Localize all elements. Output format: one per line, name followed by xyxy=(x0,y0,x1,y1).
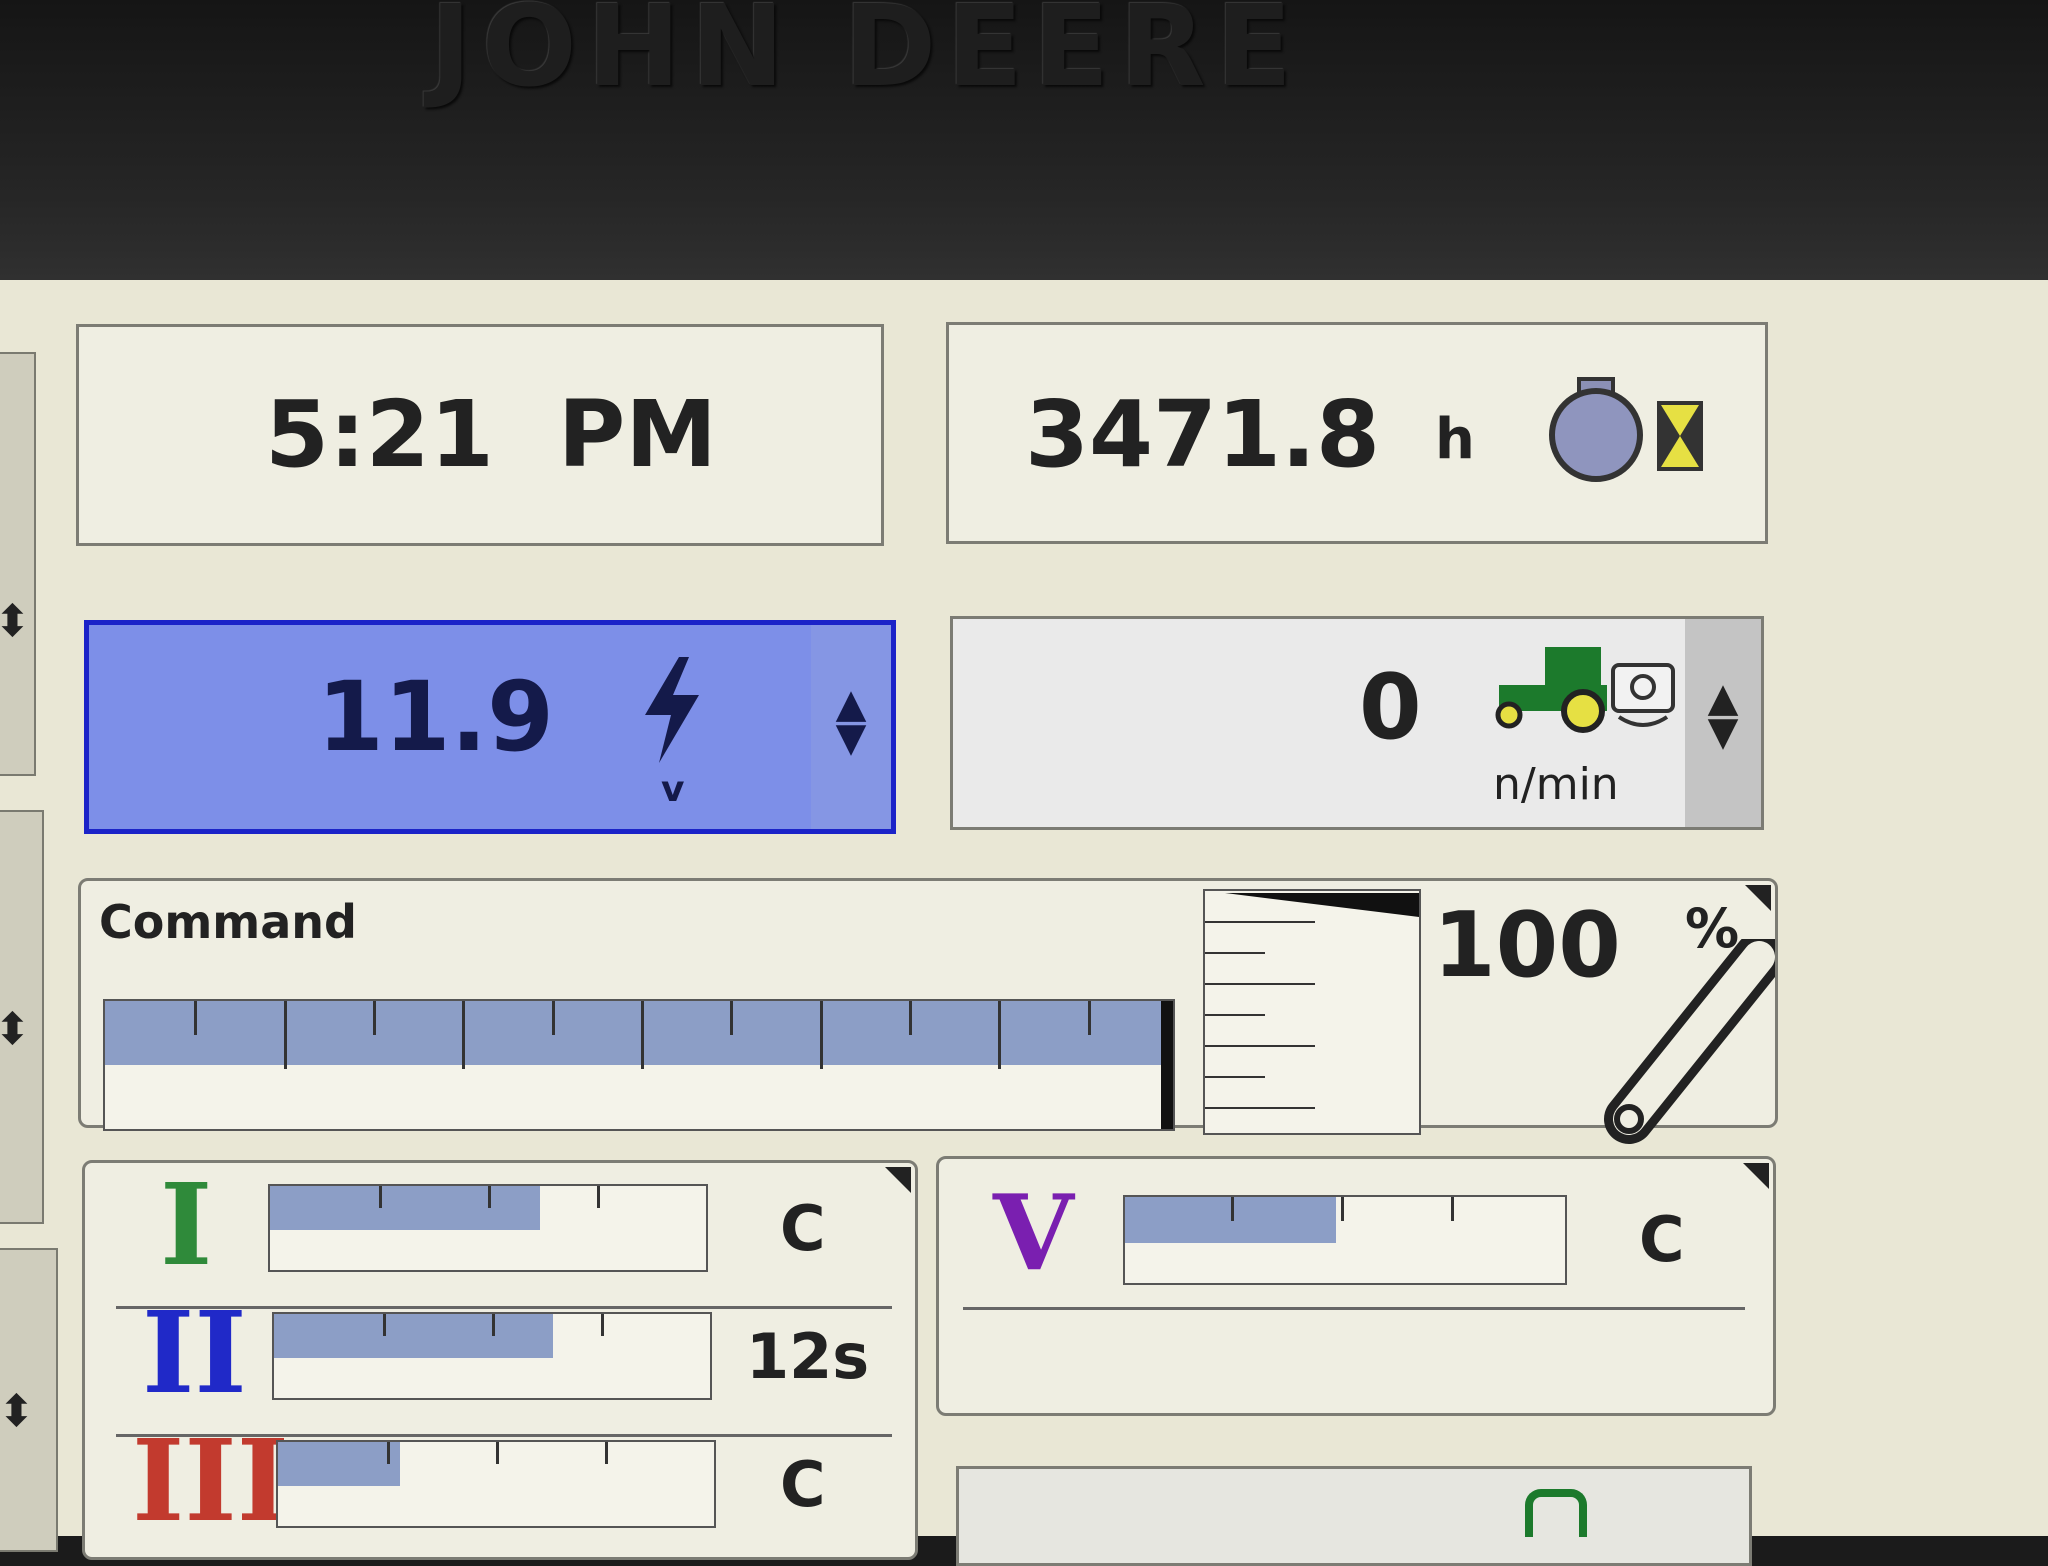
gauge-tick xyxy=(1205,1014,1265,1016)
gauge-tick xyxy=(1205,983,1315,985)
pto-adjust-strip[interactable]: ▲ ▼ xyxy=(1685,619,1761,827)
voltage-value: 11.9 xyxy=(317,661,554,773)
bar-tick xyxy=(496,1442,499,1464)
command-bar xyxy=(103,999,1175,1131)
bar-tick xyxy=(1450,1197,1454,1221)
pto-speed-value: 0 xyxy=(1359,655,1422,760)
clock-box[interactable]: 5:21 PM xyxy=(76,324,884,546)
command-bar-fill xyxy=(105,1001,1163,1065)
bar-tick xyxy=(597,1186,600,1208)
engine-hours-unit: h xyxy=(1435,407,1475,472)
up-down-arrow-icon: ▲ ▼ xyxy=(835,681,867,761)
bar-tick xyxy=(492,1314,495,1336)
wrench-icon xyxy=(1604,939,1775,1144)
scv-bar-fill xyxy=(274,1314,554,1358)
left-softkey-2[interactable]: ⬍ xyxy=(0,810,44,1224)
scv-bar xyxy=(276,1440,716,1528)
gauge-tick xyxy=(1205,921,1315,923)
engine-hours-value: 3471.8 xyxy=(1025,381,1381,488)
brand-logo-text: JOHN DEERE xyxy=(430,0,1303,112)
bar-tick xyxy=(194,1001,198,1035)
command-panel[interactable]: Command 100 % xyxy=(78,878,1778,1144)
gauge-wedge xyxy=(1225,893,1419,917)
up-down-arrow-icon: ▲ ▼ xyxy=(1707,675,1739,755)
scv-numeral: I xyxy=(160,1160,213,1291)
gauge-tick xyxy=(1205,1045,1315,1047)
engine-hours-icon xyxy=(1549,377,1703,482)
panel-corner-icon xyxy=(1745,885,1771,911)
voltage-unit: v xyxy=(661,769,685,810)
scv-panel-right[interactable]: V C xyxy=(936,1156,1776,1416)
gauge-tick xyxy=(1205,952,1265,954)
clock-time: 5:21 PM xyxy=(265,381,717,488)
gauge-tick xyxy=(1205,1107,1315,1109)
up-down-arrow-icon: ⬍ xyxy=(0,1386,35,1437)
scv-status: 12s xyxy=(746,1320,870,1393)
bar-tick xyxy=(998,1001,1002,1069)
bar-tick xyxy=(551,1001,555,1035)
panel-corner-icon xyxy=(885,1167,911,1193)
voltage-adjust-strip[interactable]: ▲ ▼ xyxy=(811,625,891,829)
scv-v-numeral: V xyxy=(993,1171,1074,1294)
divider xyxy=(963,1307,1745,1310)
scv-bar-fill xyxy=(278,1442,401,1486)
bar-tick xyxy=(488,1186,491,1208)
display-screen: ⬍ ⬍ ⬍ 5:21 PM 3471.8 h 11.9 v ▲ ▼ 0 n/mi… xyxy=(0,280,2048,1566)
command-label: Command xyxy=(99,895,357,949)
bar-tick xyxy=(730,1001,734,1035)
scv-bar-fill xyxy=(270,1186,541,1230)
bar-tick xyxy=(601,1314,604,1336)
bar-tick xyxy=(383,1314,386,1336)
bar-tick xyxy=(641,1001,644,1069)
up-down-arrow-icon: ⬍ xyxy=(0,596,31,647)
scv-numeral: III xyxy=(132,1416,290,1547)
bar-tick xyxy=(605,1442,608,1464)
pto-speed-unit: n/min xyxy=(1493,759,1619,810)
bar-tick xyxy=(373,1001,376,1035)
scv-numeral: II xyxy=(142,1288,247,1419)
scv-bar xyxy=(272,1312,712,1400)
left-softkey-1[interactable]: ⬍ xyxy=(0,352,36,776)
pto-speed-box[interactable]: 0 n/min ▲ ▼ xyxy=(950,616,1764,830)
scv-v-bar xyxy=(1123,1195,1567,1285)
lightning-icon xyxy=(645,657,699,763)
bar-tick xyxy=(909,1001,912,1035)
panel-corner-icon xyxy=(1743,1163,1769,1189)
bar-tick xyxy=(379,1186,382,1208)
bottom-right-box[interactable] xyxy=(956,1466,1752,1566)
bar-tick xyxy=(1087,1001,1091,1035)
engine-hours-box[interactable]: 3471.8 h xyxy=(946,322,1768,544)
scv-status: C xyxy=(780,1192,826,1265)
command-rate-gauge xyxy=(1203,889,1421,1135)
bar-tick xyxy=(462,1001,466,1069)
left-softkey-3[interactable]: ⬍ xyxy=(0,1248,58,1552)
display-bezel: JOHN DEERE xyxy=(0,0,2048,280)
bar-tick xyxy=(1340,1197,1344,1221)
scv-bar xyxy=(268,1184,708,1272)
bar-tick xyxy=(819,1001,823,1069)
bar-tick xyxy=(1230,1197,1234,1221)
bar-tick xyxy=(387,1442,390,1464)
partial-green-icon xyxy=(1525,1489,1587,1537)
command-bar-marker xyxy=(1161,1001,1173,1129)
scv-v-status: C xyxy=(1639,1203,1685,1276)
battery-voltage-box[interactable]: 11.9 v ▲ ▼ xyxy=(84,620,896,834)
up-down-arrow-icon: ⬍ xyxy=(0,1004,31,1055)
gauge-tick xyxy=(1205,1076,1265,1078)
bar-tick xyxy=(283,1001,287,1069)
scv-status: C xyxy=(780,1448,826,1521)
tractor-pto-icon xyxy=(1495,647,1675,733)
